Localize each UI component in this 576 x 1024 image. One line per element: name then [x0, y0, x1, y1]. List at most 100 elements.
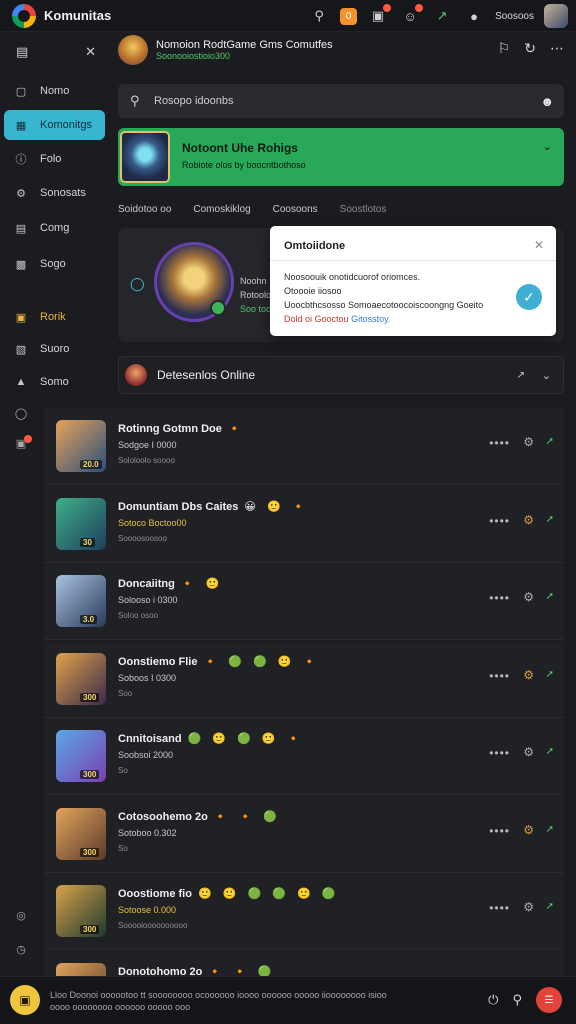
more-icon[interactable]: ⋯ — [550, 40, 564, 57]
notification-icon[interactable]: 0 — [340, 7, 358, 25]
sidebar-item-suoro[interactable]: ▧ Suoro — [4, 334, 105, 364]
channel-title: Nomoion RodtGame Gms Comutfes — [156, 39, 333, 51]
row-emojis: 🔸 🙂 — [180, 578, 224, 590]
channel-avatar[interactable] — [118, 35, 148, 65]
row-meta: Soo — [118, 688, 133, 698]
link-icon[interactable]: ◯ — [130, 276, 145, 292]
bottom-bar: ▣ Lloo Doonoi oooootoo tt soooooooo ocoo… — [0, 976, 576, 1024]
sidebar-item-folo[interactable]: ⓘ Folo — [4, 144, 105, 174]
popup-title: Omtoiidone — [284, 240, 346, 252]
row-title-text: Oonstiemo Flie — [118, 655, 198, 668]
user-icon: ▲ — [15, 376, 27, 388]
search-icon[interactable]: ⚲ — [308, 5, 330, 27]
tab-2[interactable]: Comoskiklog — [193, 204, 250, 220]
gear-icon[interactable]: ⚙ — [523, 435, 534, 449]
close-icon[interactable]: ✕ — [534, 238, 544, 252]
list-item[interactable]: 20.0 Rotinng Gotmn Doe 🔸 Sodgoe I 0000 Solol… — [44, 408, 564, 485]
search-input[interactable] — [154, 95, 514, 107]
row-subtitle: Sotoco Boctoo00 — [118, 517, 187, 528]
tab-1[interactable]: Soidotoo oo — [118, 204, 171, 220]
row-meta: So — [118, 766, 128, 775]
link-icon[interactable]: ➚ — [546, 901, 554, 912]
check-icon[interactable]: ✓ — [516, 284, 542, 310]
activity-icon[interactable]: ↗ — [431, 5, 453, 27]
sidebar-item-somo[interactable]: ▲ Somo — [4, 367, 105, 397]
link-icon[interactable]: ➚ — [546, 669, 554, 680]
popup-link[interactable]: Gitosstoy. — [351, 314, 390, 324]
link-icon[interactable]: ➚ — [546, 514, 554, 525]
layout-icon[interactable]: ▤ — [16, 44, 28, 60]
list-item[interactable]: 300 Oonstiemo Flie 🔸 🟢 🟢 🙂 🔸 Soboos I 0300 S… — [44, 640, 564, 718]
more-icon[interactable]: •••• — [489, 669, 510, 683]
list-item[interactable]: 3.0 Doncaiitng 🔸 🙂 Solooso i 0300 Soloo osoo… — [44, 563, 564, 640]
notification-count: 0 — [345, 10, 352, 22]
person-icon[interactable]: ☻ — [540, 94, 554, 109]
gear-icon[interactable]: ⚙ — [523, 513, 534, 527]
more-icon[interactable]: •••• — [489, 591, 510, 605]
more-icon[interactable]: •••• — [489, 436, 510, 450]
chevron-down-icon[interactable]: ⌄ — [542, 369, 551, 382]
gear-icon[interactable]: ⚙ — [523, 745, 534, 759]
banner-subtitle: Robiote olos by boocntbothoso — [182, 160, 306, 170]
help-icon[interactable]: ◎ — [14, 908, 28, 922]
gear-icon[interactable]: ⚙ — [523, 590, 534, 604]
online-section-header[interactable]: Detesenlos Online ↗ ⌄ — [118, 356, 564, 394]
avatar[interactable] — [544, 4, 568, 28]
menu-icon[interactable]: ☰ — [536, 987, 562, 1013]
refresh-icon[interactable]: ↻ — [524, 40, 536, 57]
search-icon[interactable]: ⚲ — [512, 992, 522, 1008]
popup-line: Uoocbthcsosso Somoaecotoocoiscoongng Goe… — [284, 300, 484, 310]
link-icon[interactable]: ➚ — [546, 591, 554, 602]
sidebar-item-comg[interactable]: ▤ Comg — [4, 213, 105, 243]
power-icon[interactable]: ⏻ — [488, 992, 498, 1008]
list-item[interactable]: 300 Cnnitoisand 🟢 🙂 🟢 🙂 🔸 Soobsoi 2000 So •••… — [44, 718, 564, 795]
featured-banner[interactable]: Notoont Uhe Rohigs Robiote olos by boocn… — [118, 128, 564, 186]
account-icon[interactable]: ● — [463, 5, 485, 27]
app-logo[interactable] — [12, 3, 36, 28]
row-meta: Sololoolo soooo — [118, 456, 175, 465]
row-meta: So — [118, 843, 128, 853]
close-icon[interactable]: ✕ — [85, 44, 96, 60]
gear-icon[interactable]: ⚙ — [523, 900, 534, 914]
top-bar: Komunitas ⚲ 0 ▣ ☺ ↗ ● Soosoos — [0, 0, 576, 32]
message-icon[interactable]: ▣ — [14, 435, 32, 450]
more-icon[interactable]: •••• — [489, 746, 510, 760]
sidebar-item-home[interactable]: ▢ Nomo — [4, 76, 105, 106]
gear-icon[interactable]: ⚙ — [523, 823, 534, 837]
link-icon[interactable]: ➚ — [546, 746, 554, 757]
gift-icon[interactable]: ▣ — [367, 4, 392, 27]
link-icon[interactable]: ➚ — [546, 824, 554, 835]
emoji-icon[interactable]: ☺ — [399, 4, 424, 27]
sidebar-item-sogo[interactable]: ▩ Sogo — [4, 249, 105, 279]
tab-3[interactable]: Coosoons — [273, 204, 318, 220]
sidebar-item-communities[interactable]: ▦ Komonitgs — [4, 110, 105, 140]
feature-line: Noohn — [240, 276, 267, 286]
level-badge: 20.0 — [80, 460, 102, 469]
list-item[interactable]: 30 Domuntiam Dbs Caites 😀 🙂 🔸 Sotoco Boctoo… — [44, 485, 564, 563]
bottom-icons: ⏻ ⚲ ☰ — [488, 987, 562, 1013]
sidebar-item-label: Somo — [40, 376, 69, 388]
gear-icon[interactable]: ⚙ — [523, 668, 534, 682]
sidebar-item-settings[interactable]: ⚙ Sonosats — [4, 178, 105, 208]
avatar[interactable]: ▣ — [10, 985, 40, 1015]
channel-actions: ⚐ ↻ ⋯ — [498, 40, 564, 57]
chat-icon[interactable]: ◯ — [14, 406, 28, 420]
chevron-down-icon[interactable]: ⌄ — [543, 140, 552, 153]
monitor-icon: ▢ — [15, 85, 27, 98]
level-badge: 300 — [80, 692, 100, 702]
clock-icon[interactable]: ◷ — [14, 942, 28, 956]
list-item[interactable]: 300 Cotosoohemo 2o 🔸 🔸 🟢 Sotoboo 0.302 So •••… — [44, 795, 564, 873]
channel-header: Nomoion RodtGame Gms Comutfes Soonooiost… — [112, 32, 576, 68]
trend-icon[interactable]: ↗ — [517, 370, 525, 381]
tab-4[interactable]: Soostlotos — [340, 204, 387, 220]
more-icon[interactable]: •••• — [489, 901, 510, 915]
more-icon[interactable]: •••• — [489, 514, 510, 528]
user-name[interactable]: Soosoos — [495, 11, 534, 22]
level-badge: 300 — [80, 847, 100, 857]
search-bar: ⚲ ☻ — [118, 84, 564, 118]
link-icon[interactable]: ➚ — [546, 436, 554, 447]
more-icon[interactable]: •••• — [489, 824, 510, 838]
list-item[interactable]: 300 Ooostiome fio 🙂 🙂 🟢 🟢 🙂 🟢 Sotoose 0.000… — [44, 873, 564, 950]
pin-icon[interactable]: ⚐ — [498, 40, 511, 57]
sidebar-item-rorik[interactable]: ▣ Rorik — [4, 302, 105, 332]
